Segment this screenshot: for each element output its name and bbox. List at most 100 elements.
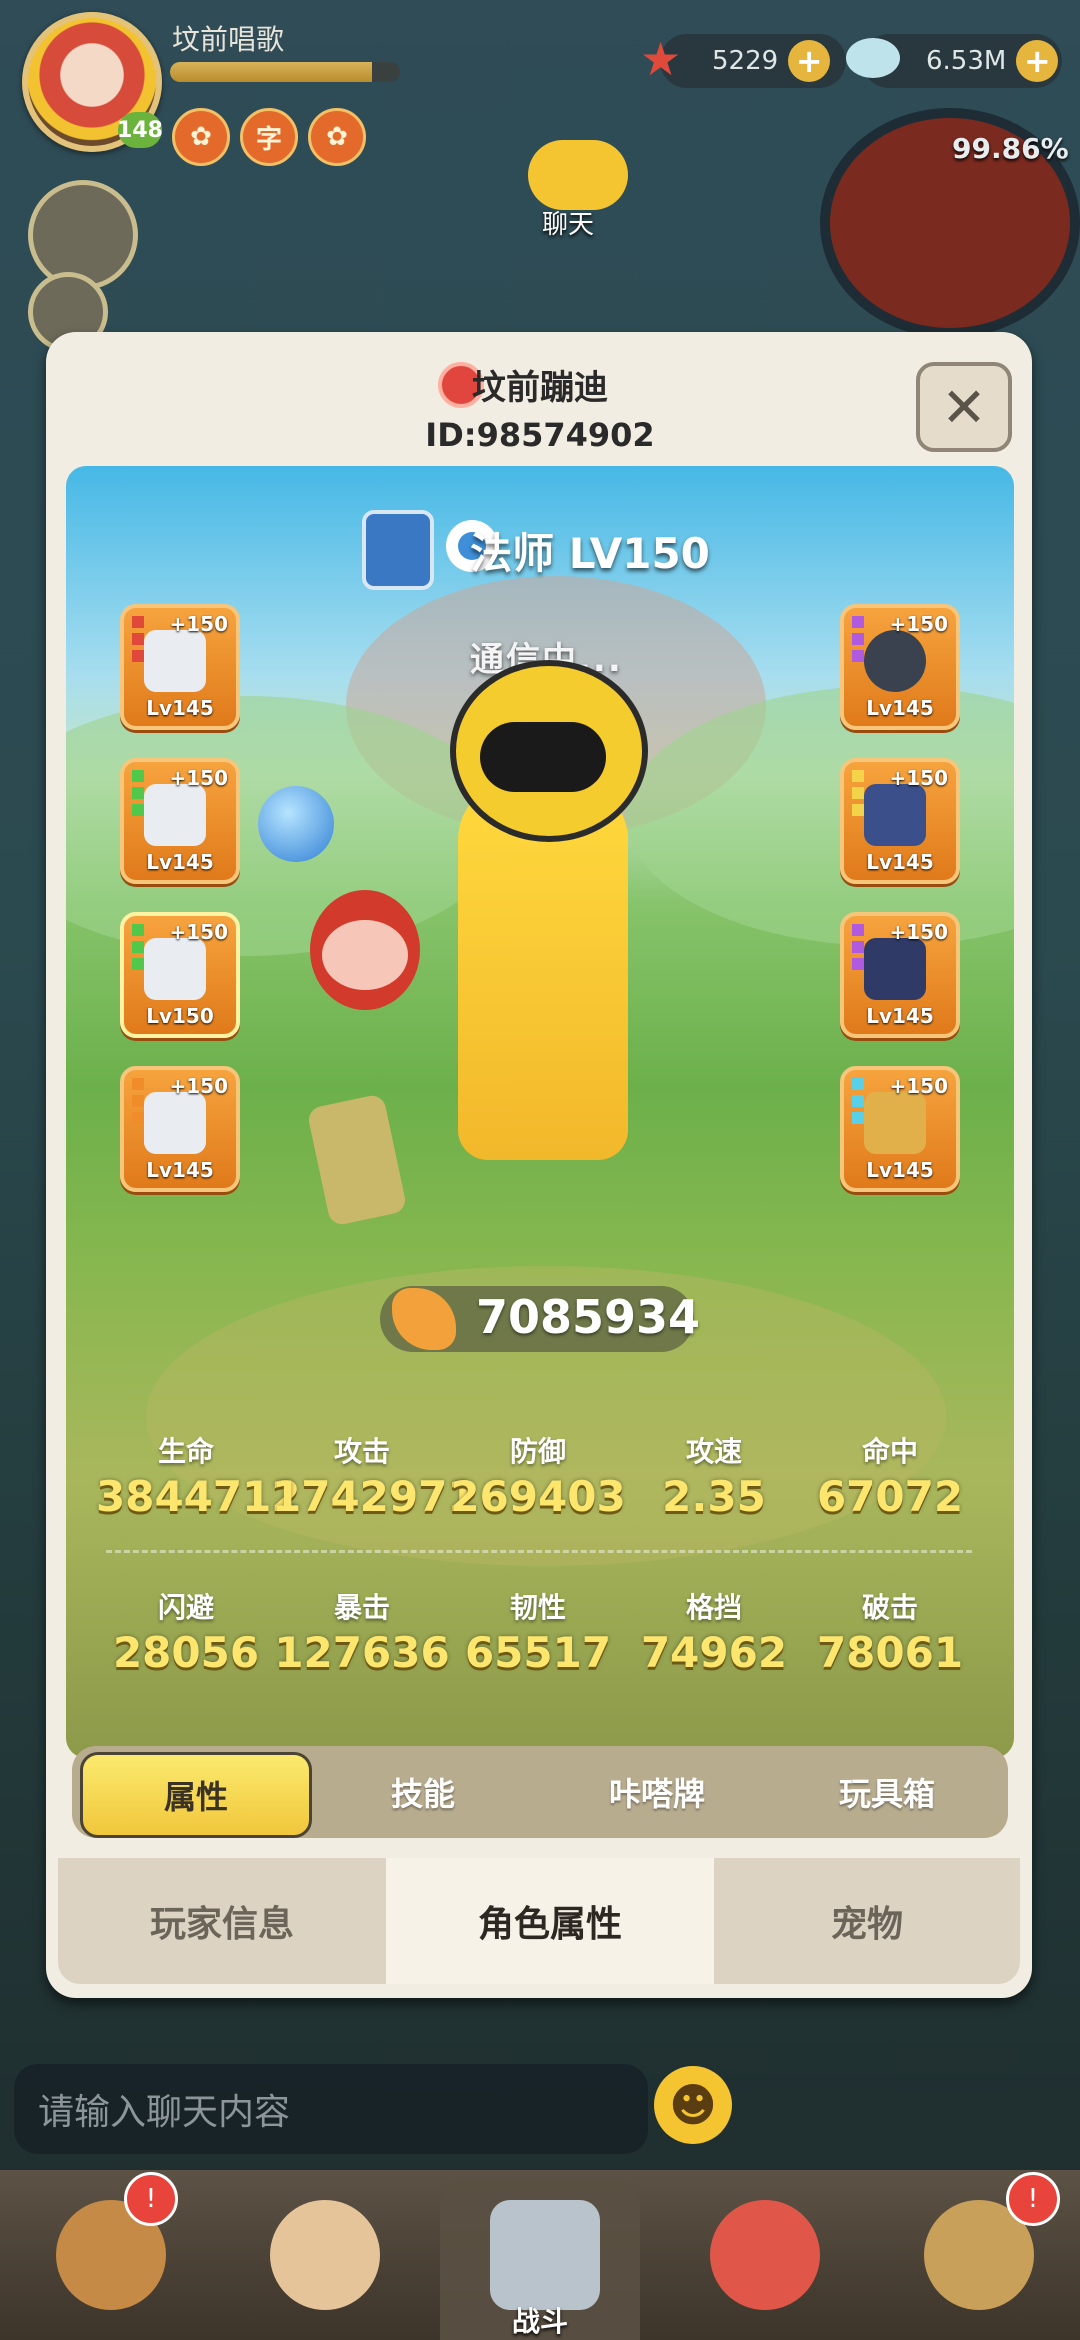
stat-value: 3844712 [96, 1472, 301, 1521]
stat-value: 1742971 [272, 1472, 477, 1521]
equip-slot-helmet[interactable]: +150 Lv145 [120, 758, 240, 884]
stat-accuracy: 命中 67072 [800, 1430, 980, 1521]
side-avatar-icon[interactable] [28, 180, 138, 290]
item-level: Lv150 [146, 1004, 214, 1028]
item-level: Lv145 [866, 1158, 934, 1182]
badge-icon-2[interactable]: 字 [240, 108, 298, 166]
starfish-currency: ★ 5229 + [640, 32, 846, 88]
stat-label: 暴击 [333, 1591, 390, 1624]
stat-label: 攻速 [685, 1435, 742, 1468]
add-starfish-button[interactable]: + [788, 40, 831, 82]
exp-bar-fill [170, 62, 373, 82]
item-level: Lv145 [146, 696, 214, 720]
tab-attributes[interactable]: 属性 [80, 1752, 312, 1838]
equip-slot-orb[interactable]: +150 Lv145 [840, 604, 960, 730]
tab-cards[interactable]: 咔嗒牌 [540, 1746, 774, 1838]
pet-face [322, 920, 408, 990]
shell-icon [846, 38, 900, 78]
nav-item-pet[interactable] [660, 2180, 860, 2340]
pet-icon [710, 2200, 820, 2310]
stat-defense: 防御 269403 [448, 1430, 628, 1521]
stat-value: 65517 [464, 1628, 612, 1677]
gem-icons [852, 770, 864, 818]
gem-icons [852, 1078, 864, 1126]
equip-slot-weapon[interactable]: +150 Lv145 [120, 604, 240, 730]
stat-value: 28056 [112, 1628, 260, 1677]
emoji-button[interactable]: ☻ [654, 2066, 732, 2144]
gem-icons [132, 924, 144, 972]
enhance-level: +150 [169, 766, 228, 790]
class-level: 法师 LV150 [470, 529, 710, 578]
stat-hp: 生命 3844712 [96, 1430, 301, 1521]
glove-item-icon [144, 938, 206, 1000]
stat-crit: 暴击 127636 [272, 1586, 452, 1677]
item-level: Lv145 [866, 1004, 934, 1028]
item-level: Lv145 [146, 850, 214, 874]
map-progress: 99.86% [952, 132, 1069, 165]
chat-label[interactable]: 聊天 [542, 204, 594, 241]
shop-alert-badge: ! [1006, 2172, 1060, 2226]
sword-shield-icon [490, 2200, 600, 2310]
equip-slot-boots[interactable]: +150 Lv145 [840, 912, 960, 1038]
starfish-count: 5229 [712, 46, 779, 76]
item-level: Lv145 [866, 850, 934, 874]
equip-slot-ring[interactable]: +150 Lv145 [120, 1066, 240, 1192]
tab-toybox[interactable]: 玩具箱 [770, 1746, 1004, 1838]
stat-block: 格挡 74962 [624, 1586, 804, 1677]
equip-slot-glove[interactable]: +150 Lv150 [120, 912, 240, 1038]
stat-value: 2.35 [662, 1472, 766, 1521]
enhance-level: +150 [889, 612, 948, 636]
chat-icon[interactable] [528, 140, 628, 210]
close-button[interactable]: ✕ [916, 362, 1012, 452]
stat-label: 破击 [861, 1591, 918, 1624]
shell-count: 6.53M [926, 46, 1007, 76]
stat-toughness: 韧性 65517 [448, 1586, 628, 1677]
hero-visor [480, 722, 606, 792]
badge-icon-1[interactable]: ✿ [172, 108, 230, 166]
tab-skills[interactable]: 技能 [306, 1746, 540, 1838]
hero-icon [270, 2200, 380, 2310]
equip-slot-necklace[interactable]: +150 Lv145 [840, 1066, 960, 1192]
stat-value: 269403 [450, 1472, 626, 1521]
stat-label: 闪避 [157, 1591, 214, 1624]
gem-icons [852, 924, 864, 972]
necklace-item-icon [864, 1092, 926, 1154]
shell-currency: 6.53M + [846, 34, 1062, 88]
stat-attack: 攻击 1742971 [272, 1430, 477, 1521]
item-level: Lv145 [866, 696, 934, 720]
gem-icons [852, 616, 864, 664]
gem-icons [132, 1078, 144, 1126]
add-shell-button[interactable]: + [1016, 40, 1059, 82]
stats-divider [106, 1550, 972, 1553]
tab-player-info[interactable]: 玩家信息 [58, 1858, 389, 1984]
equip-slot-armor[interactable]: +150 Lv145 [840, 758, 960, 884]
enhance-level: +150 [889, 766, 948, 790]
item-level: Lv145 [146, 1158, 214, 1182]
exp-bar [170, 62, 400, 82]
player-name: 坟前唱歌 [172, 23, 285, 56]
stat-label: 命中 [861, 1435, 918, 1468]
stat-dodge: 闪避 28056 [96, 1586, 276, 1677]
tab-pet[interactable]: 宠物 [714, 1858, 1020, 1984]
stat-label: 防御 [509, 1435, 566, 1468]
enhance-level: +150 [169, 920, 228, 944]
enhance-level: +150 [169, 612, 228, 636]
stat-value: 78061 [816, 1628, 964, 1677]
chat-input[interactable]: 请输入聊天内容 [14, 2064, 648, 2154]
enhance-level: +150 [889, 1074, 948, 1098]
stat-value: 74962 [640, 1628, 788, 1677]
enhance-level: +150 [889, 920, 948, 944]
weapon-item-icon [144, 630, 206, 692]
player-level-badge: 148 [117, 112, 163, 148]
stat-label: 攻击 [333, 1435, 390, 1468]
stat-label: 生命 [157, 1435, 214, 1468]
badge-icon-3[interactable]: ✿ [308, 108, 366, 166]
gem-icons [132, 616, 144, 664]
ring-item-icon [144, 1092, 206, 1154]
armor-item-icon [864, 784, 926, 846]
camp-alert-badge: ! [124, 2172, 178, 2226]
starfish-icon: ★ [640, 32, 682, 86]
stat-label: 韧性 [509, 1591, 566, 1624]
tab-character-attributes[interactable]: 角色属性 [386, 1858, 717, 1984]
gem-icons [132, 770, 144, 818]
